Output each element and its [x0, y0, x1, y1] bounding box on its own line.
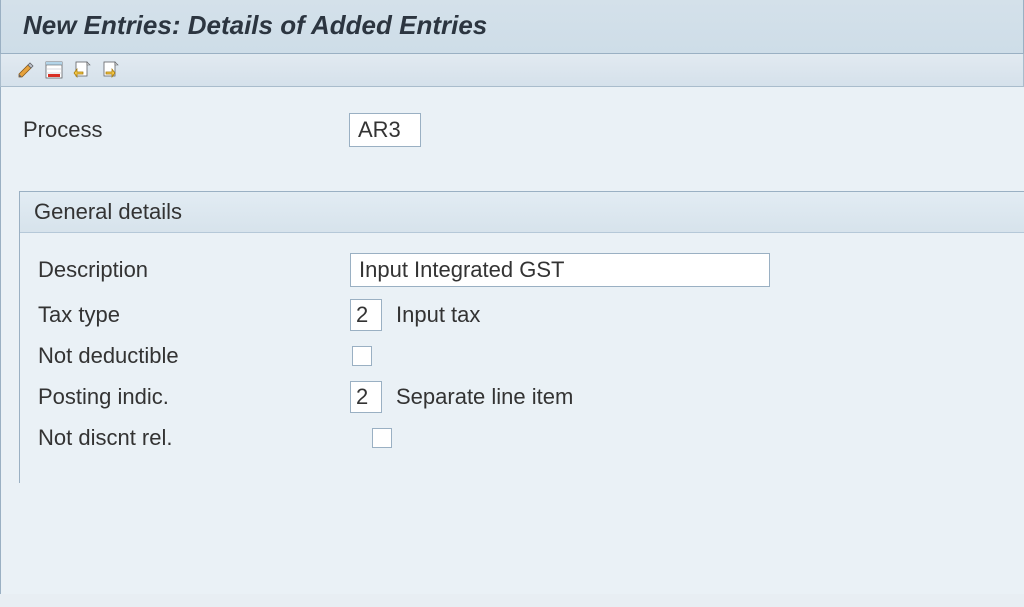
- description-label: Description: [20, 257, 350, 283]
- tax-type-input[interactable]: [350, 299, 382, 331]
- not-deductible-checkbox[interactable]: [352, 346, 372, 366]
- title-bar: New Entries: Details of Added Entries: [0, 0, 1024, 54]
- page-title: New Entries: Details of Added Entries: [23, 10, 1001, 41]
- window: New Entries: Details of Added Entries: [0, 0, 1024, 607]
- delete-row-icon: [45, 61, 63, 79]
- not-discnt-checkbox[interactable]: [372, 428, 392, 448]
- not-discnt-row: Not discnt rel.: [20, 425, 1024, 451]
- posting-indic-description: Separate line item: [396, 384, 573, 410]
- tax-type-row: Tax type Input tax: [20, 299, 1024, 331]
- process-input[interactable]: [349, 113, 421, 147]
- not-discnt-label: Not discnt rel.: [20, 425, 350, 451]
- edit-button[interactable]: [15, 59, 37, 81]
- tax-type-description: Input tax: [396, 302, 480, 328]
- process-row: Process: [19, 113, 1024, 147]
- toolbar: [0, 54, 1024, 87]
- process-label: Process: [19, 117, 349, 143]
- content-area: Process General details Description Tax …: [0, 87, 1024, 594]
- next-entry-button[interactable]: [99, 59, 121, 81]
- not-deductible-label: Not deductible: [20, 343, 350, 369]
- not-deductible-row: Not deductible: [20, 343, 1024, 369]
- previous-entry-icon: [73, 61, 91, 79]
- posting-indic-row: Posting indic. Separate line item: [20, 381, 1024, 413]
- posting-indic-input[interactable]: [350, 381, 382, 413]
- description-input[interactable]: [350, 253, 770, 287]
- delete-button[interactable]: [43, 59, 65, 81]
- edit-pencil-icon: [17, 61, 35, 79]
- description-row: Description: [20, 253, 1024, 287]
- tax-type-label: Tax type: [20, 302, 350, 328]
- posting-indic-label: Posting indic.: [20, 384, 350, 410]
- previous-entry-button[interactable]: [71, 59, 93, 81]
- next-entry-icon: [101, 61, 119, 79]
- general-details-group: General details Description Tax type Inp…: [19, 191, 1024, 483]
- general-details-title: General details: [20, 192, 1024, 233]
